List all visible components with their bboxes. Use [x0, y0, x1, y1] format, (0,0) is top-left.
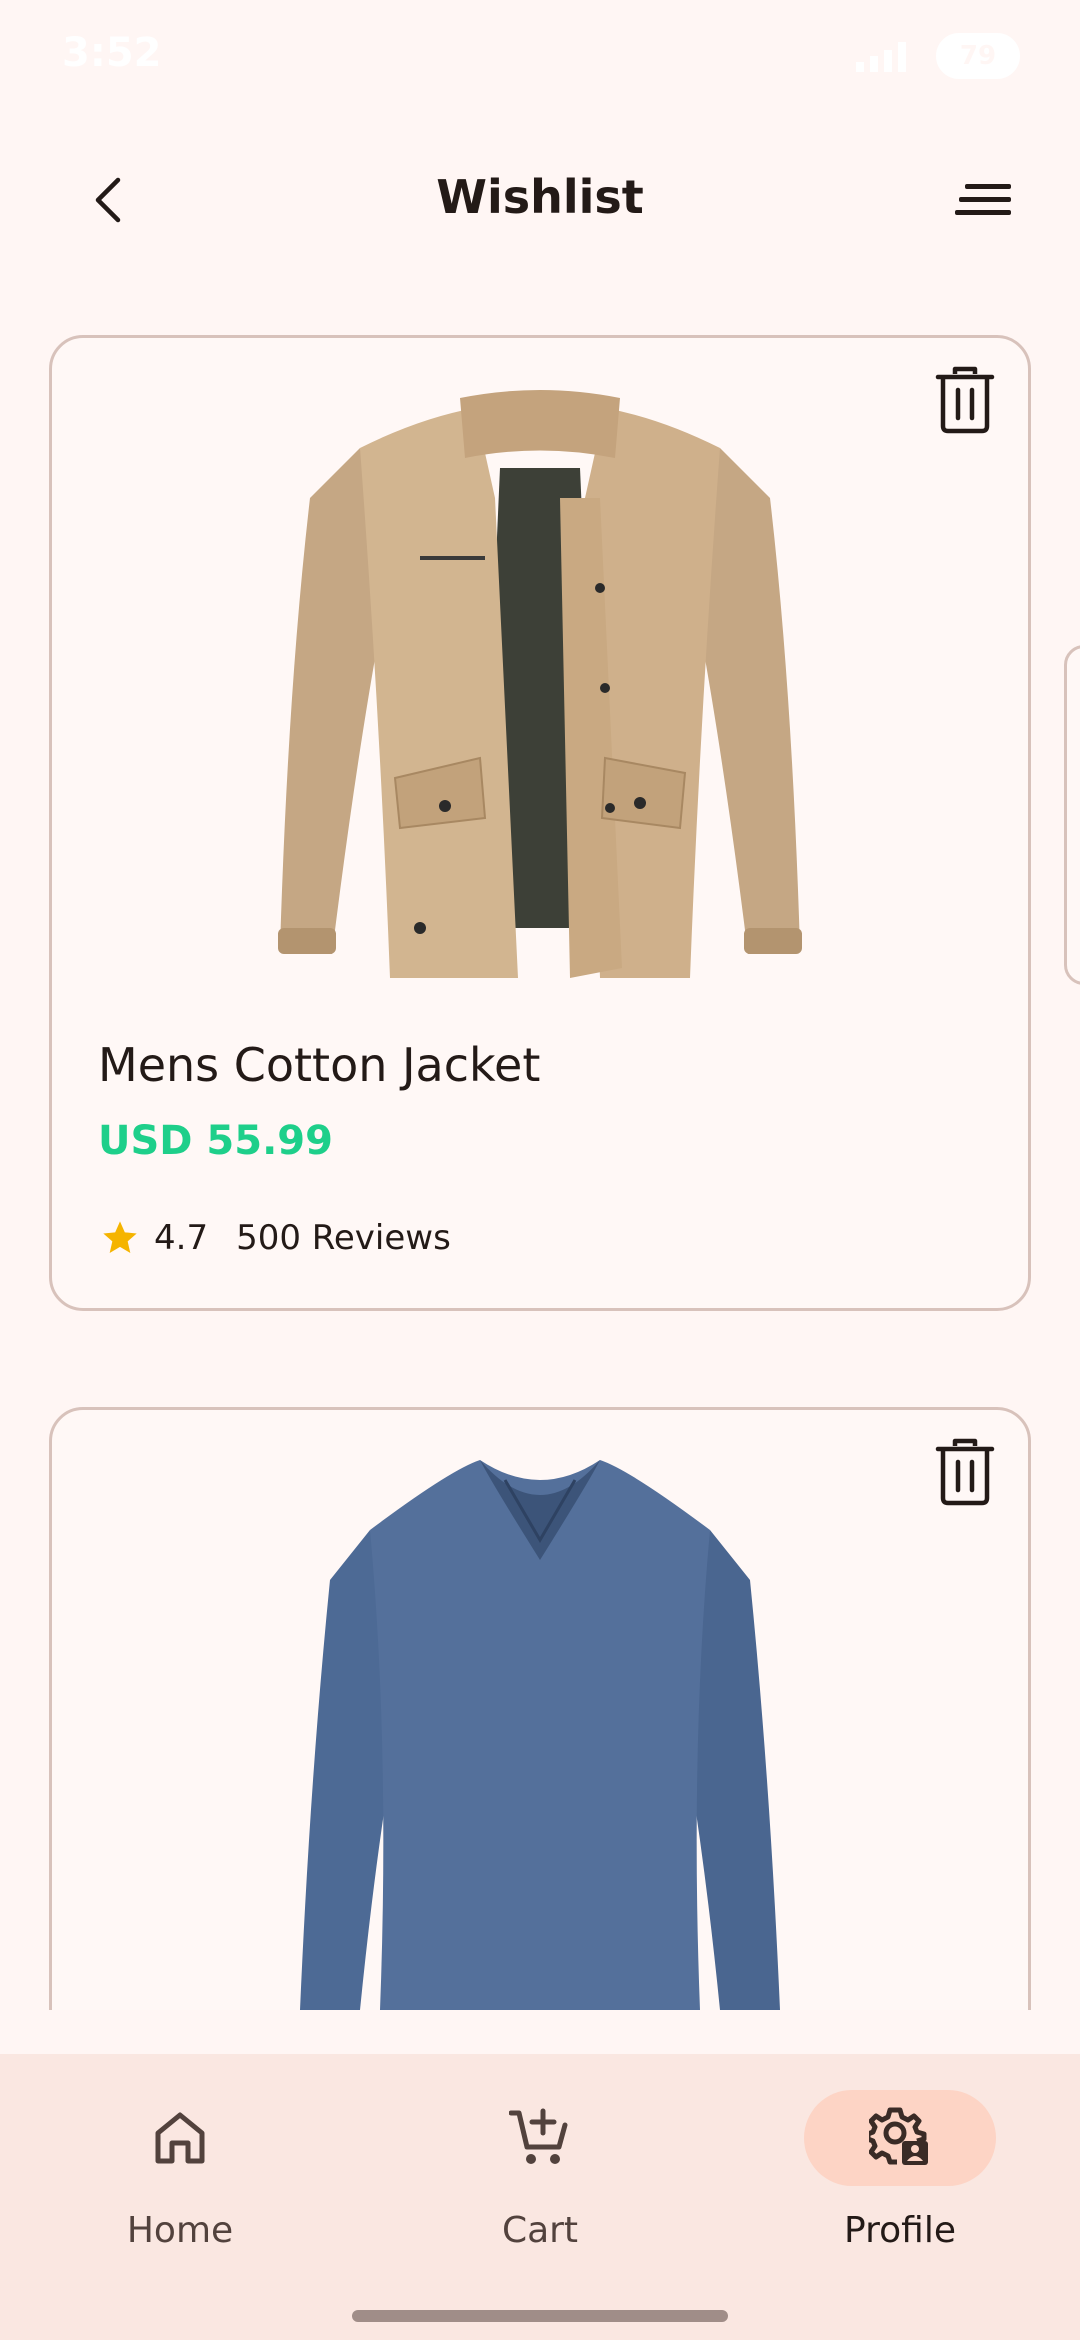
signal-icon: [856, 42, 906, 72]
product-name[interactable]: Mens Cotton Jacket: [98, 1038, 540, 1092]
nav-home[interactable]: Home: [80, 2090, 280, 2251]
nav-cart-label: Cart: [501, 2210, 579, 2251]
status-time: 3:52: [62, 30, 162, 76]
sort-lines-icon: [955, 184, 1011, 215]
status-bar: 3:52 79: [0, 0, 1080, 110]
product-image-jacket[interactable]: [270, 388, 810, 988]
star-icon: [103, 1221, 137, 1253]
nav-home-label: Home: [126, 2210, 234, 2251]
sort-button[interactable]: [944, 160, 1024, 240]
gesture-home-indicator[interactable]: [352, 2310, 728, 2322]
nav-profile[interactable]: Profile: [800, 2090, 1000, 2251]
app-bar: Wishlist: [0, 140, 1080, 260]
delete-button[interactable]: [930, 362, 1000, 438]
nav-home-indicator: [84, 2090, 276, 2186]
trash-icon: [935, 366, 995, 434]
product-price: USD 55.99: [98, 1118, 333, 1164]
wishlist-list: Mens Cotton Jacket USD 55.99 4.7 500 Rev…: [0, 325, 1080, 2010]
delete-button[interactable]: [930, 1434, 1000, 1510]
status-indicators: 79: [852, 30, 1020, 82]
nav-profile-indicator: [804, 2090, 996, 2186]
nav-cart[interactable]: Cart: [440, 2090, 640, 2251]
nav-cart-indicator: [444, 2090, 636, 2186]
nav-profile-label: Profile: [844, 2210, 956, 2251]
wishlist-screen: 3:52 79 Wishlist Mens Cotton Jacket USD …: [0, 0, 1080, 2340]
carousel-next-card-edge[interactable]: [1064, 645, 1080, 985]
wishlist-card[interactable]: [49, 1407, 1031, 2010]
bottom-navigation: Home Cart Profile: [0, 2054, 1080, 2340]
wishlist-card[interactable]: Mens Cotton Jacket USD 55.99 4.7 500 Rev…: [49, 335, 1031, 1311]
page-title: Wishlist: [436, 170, 644, 224]
product-image-shirt[interactable]: [300, 1450, 780, 2010]
rating-value: 4.7: [154, 1218, 209, 1258]
battery-indicator: 79: [936, 33, 1020, 79]
rating-row: 4.7 500 Reviews: [100, 1218, 451, 1258]
cart-add-icon: [509, 2108, 568, 2164]
home-icon: [155, 2112, 205, 2164]
profile-settings-icon: [869, 2107, 928, 2165]
review-count: 500 Reviews: [236, 1218, 451, 1258]
trash-icon: [935, 1438, 995, 1506]
